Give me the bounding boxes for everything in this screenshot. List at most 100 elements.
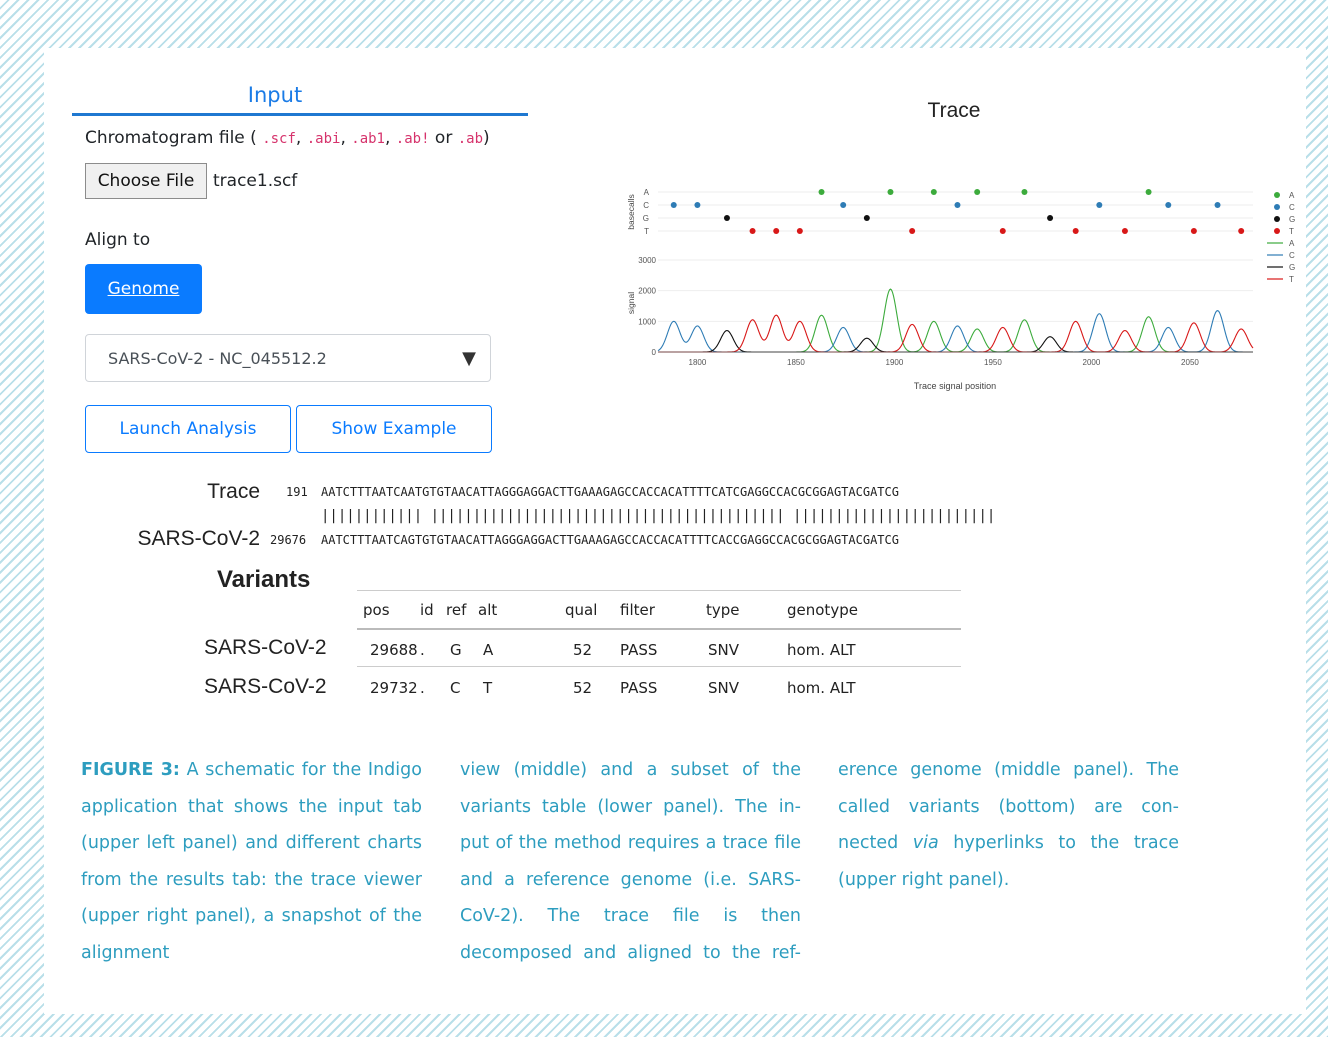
- alignment-ref-pos: 29676: [270, 533, 307, 547]
- chevron-down-icon: ▼: [462, 347, 476, 369]
- caption-text-via: via: [912, 833, 939, 853]
- x-tick-label: 1950: [984, 358, 1002, 367]
- variant-pos: 29732: [370, 679, 418, 697]
- or-text: or: [434, 128, 453, 148]
- close-paren: ): [483, 128, 490, 148]
- legend-label: G: [1289, 215, 1295, 224]
- basecall-axis: ACGT: [643, 188, 1253, 236]
- basecall-point: [887, 189, 894, 195]
- table-header-border: [357, 628, 961, 630]
- file-name: trace1.scf: [213, 171, 298, 191]
- choose-file-button[interactable]: Choose File: [85, 163, 207, 199]
- variant-chrom-link[interactable]: SARS-CoV-2: [204, 636, 327, 660]
- basecalls-y-label: basecalls: [626, 194, 636, 229]
- table-row-border: [357, 666, 961, 667]
- basecall-point: [840, 202, 847, 208]
- col-header-type: type: [706, 601, 740, 619]
- variant-alt: A: [483, 641, 494, 659]
- chart-legend: ACGTACGT: [1267, 191, 1295, 284]
- variant-type: SNV: [708, 679, 740, 697]
- basecall-point: [796, 228, 803, 234]
- caption-text-1: A schematic for the Indigo application t…: [81, 760, 422, 963]
- basecall-point: [1214, 202, 1221, 208]
- col-header-genotype: genotype: [787, 601, 858, 619]
- legend-label: T: [1289, 275, 1294, 284]
- signal-tick-label: 0: [652, 348, 657, 357]
- basecall-point: [863, 215, 870, 221]
- alignment-ref-name: SARS-CoV-2: [137, 527, 260, 550]
- genome-button[interactable]: Genome: [85, 264, 202, 314]
- basecall-point: [1145, 189, 1152, 195]
- variant-ref: G: [450, 641, 462, 659]
- genome-select-value: SARS-CoV-2 - NC_045512.2: [108, 348, 327, 368]
- basecall-point: [1121, 228, 1128, 234]
- signal-line-C: [657, 309, 1253, 353]
- variants-title: Variants: [217, 566, 311, 593]
- tab-input[interactable]: Input: [180, 83, 370, 107]
- variant-alt: T: [483, 679, 493, 697]
- basecall-point: [749, 228, 756, 234]
- col-header-qual: qual: [565, 601, 598, 619]
- comma: ,: [295, 128, 302, 148]
- basecall-dots: [670, 189, 1245, 234]
- x-tick-label: 2050: [1181, 358, 1199, 367]
- alignment-trace-seq: AATCTTTAATCAATGTGTAACATTAGGGAGGACTTGAAAG…: [321, 485, 899, 499]
- legend-point-T: [1274, 228, 1280, 234]
- caption-column-3: erence genome (middle panel). The called…: [838, 752, 1179, 898]
- basecall-point: [1047, 215, 1054, 221]
- basecall-point: [1096, 202, 1103, 208]
- signal-y-label: signal: [626, 292, 636, 314]
- basecall-point: [1238, 228, 1245, 234]
- signal-axis: 0 1000 2000 3000: [638, 256, 1253, 357]
- basecall-point: [1072, 228, 1079, 234]
- signal-line-A: [658, 288, 1253, 353]
- variant-pos: 29688: [370, 641, 418, 659]
- basecall-point: [1190, 228, 1197, 234]
- basecall-level-label: A: [644, 188, 650, 197]
- launch-analysis-button[interactable]: Launch Analysis: [85, 405, 291, 453]
- comma: ,: [384, 128, 391, 148]
- show-example-button[interactable]: Show Example: [296, 405, 492, 453]
- legend-label: A: [1289, 239, 1295, 248]
- col-header-filter: filter: [620, 601, 655, 619]
- variant-chrom-link[interactable]: SARS-CoV-2: [204, 675, 327, 699]
- col-header-id: id: [420, 601, 434, 619]
- ext-scf: .scf: [262, 131, 296, 147]
- basecall-point: [974, 189, 981, 195]
- basecall-point: [670, 202, 677, 208]
- legend-label: C: [1289, 251, 1295, 260]
- legend-point-G: [1274, 216, 1280, 222]
- variant-genotype: hom. ALT: [787, 679, 856, 697]
- variant-filter: PASS: [620, 679, 658, 697]
- legend-point-A: [1274, 192, 1280, 198]
- alignment-ref-seq: AATCTTTAATCAGTGTGTAACATTAGGGAGGACTTGAAAG…: [321, 533, 899, 547]
- ext-ab-bang: .ab!: [395, 131, 430, 147]
- alignment-trace-pos: 191: [286, 485, 308, 499]
- caption-text-2: view (middle) and a subset of the varian…: [460, 760, 801, 963]
- variant-qual: 52: [573, 679, 593, 697]
- legend-label: T: [1289, 227, 1294, 236]
- basecall-point: [723, 215, 730, 221]
- x-tick-label: 1850: [787, 358, 805, 367]
- variant-type: SNV: [708, 641, 740, 659]
- table-top-border: [357, 590, 961, 591]
- basecall-point: [930, 189, 937, 195]
- legend-label: C: [1289, 203, 1295, 212]
- basecall-point: [909, 228, 916, 234]
- basecall-point: [818, 189, 825, 195]
- basecall-level-label: T: [644, 227, 649, 236]
- col-header-ref: ref: [446, 601, 467, 619]
- x-axis-label: Trace signal position: [914, 381, 996, 391]
- caption-column-2: view (middle) and a subset of the varian…: [460, 752, 801, 971]
- basecall-point: [773, 228, 780, 234]
- x-tick-label: 1800: [689, 358, 707, 367]
- basecall-point: [1165, 202, 1172, 208]
- ext-ab1: .ab1: [351, 131, 385, 147]
- genome-select[interactable]: SARS-CoV-2 - NC_045512.2 ▼: [85, 334, 491, 382]
- col-header-pos: pos: [363, 601, 390, 619]
- basecall-point: [694, 202, 701, 208]
- col-header-alt: alt: [478, 601, 498, 619]
- alignment-trace-name: Trace: [207, 480, 260, 503]
- legend-point-C: [1274, 204, 1280, 210]
- signal-lines: [657, 288, 1254, 353]
